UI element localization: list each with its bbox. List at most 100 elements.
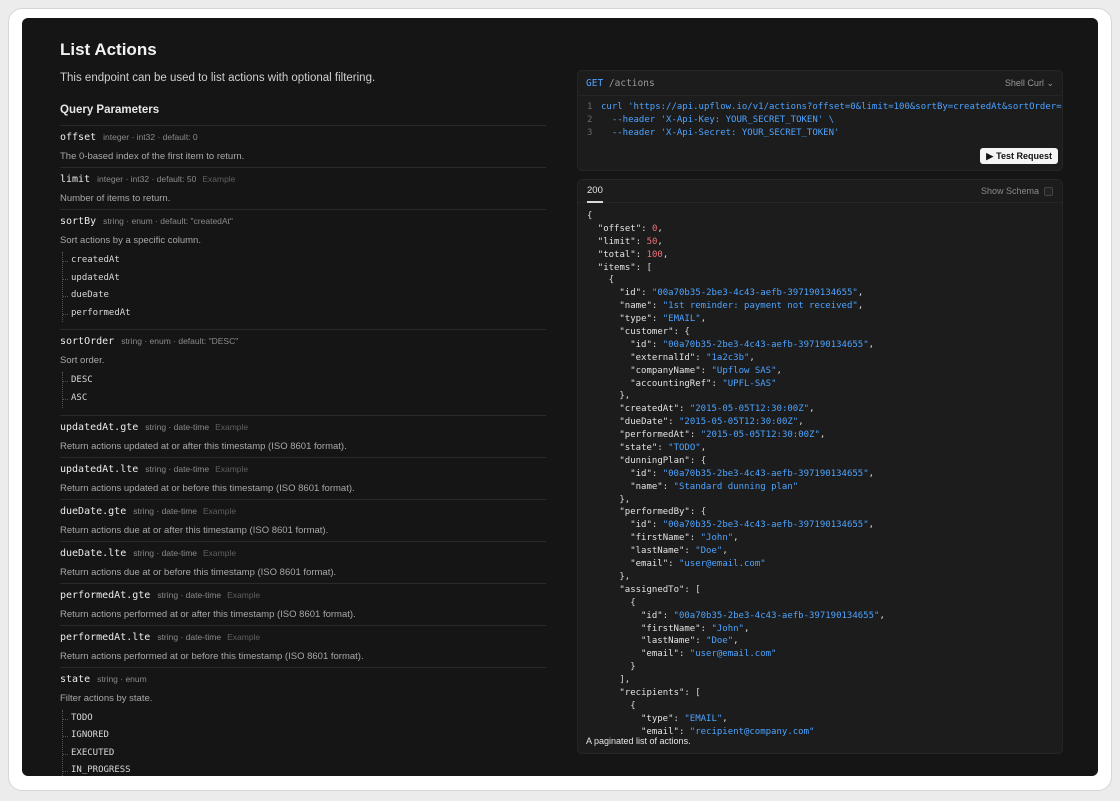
json-key: "id" [630,520,652,531]
code-line: 3 --header 'X-Api-Secret: YOUR_SECRET_TO… [587,127,1062,140]
json-line: "companyName": "Upflow SAS", [587,365,1062,378]
json-punct: , [662,249,669,260]
json-value: "1st reminder: payment not received" [662,301,858,312]
response-header: 200 Show Schema [578,180,1062,203]
json-colon: : [662,481,674,492]
json-key: "limit" [597,236,636,247]
param-type: string · date-time [145,421,210,432]
param-example-link[interactable]: Example [215,422,248,432]
enum-value: EXECUTED [63,745,546,763]
json-key: "dunningPlan" [619,455,690,466]
json-line: "limit": 50, [587,236,1062,249]
json-line: "name": "Standard dunning plan" [587,481,1062,494]
json-colon: : [662,610,674,621]
json-line: "assignedTo": [ [587,584,1062,597]
json-value: "2015-05-05T12:30:00Z" [689,404,810,415]
json-key: "type" [641,713,674,724]
json-colon: : [651,314,663,325]
json-colon: : [673,713,685,724]
json-punct: , [776,365,782,376]
enum-value: performedAt [63,305,546,323]
param-item: sortBy string · enum · default: "createdA… [60,210,546,331]
enum-value: ASC [63,390,546,408]
json-line: }, [587,571,1062,584]
json-key: "id" [641,610,663,621]
json-line: "total": 100, [587,249,1062,262]
json-key: "firstName" [630,533,690,544]
param-item: updatedAt.lte string · date-time Example Re… [60,458,546,500]
language-select[interactable]: Shell Curl ⌄ [1005,78,1054,89]
json-value: "Upflow SAS" [711,365,777,376]
json-value: "John" [700,533,734,544]
enum-list: DESC ASC [62,372,546,408]
json-colon: : [689,533,701,544]
tab-status-200[interactable]: 200 [587,180,603,203]
param-example-link[interactable]: Example [227,632,260,642]
param-example-link[interactable]: Example [227,590,260,600]
json-colon: : [641,288,652,299]
json-colon: : [684,546,696,557]
json-line: "id": "00a70b35-2be3-4c43-aefb-397190134… [587,610,1062,623]
show-schema-label: Show Schema [980,186,1039,196]
json-value: 100 [646,249,663,260]
json-colon: : [673,327,685,338]
json-colon: : [651,301,663,312]
test-request-button[interactable]: ▶ Test Request [980,148,1058,164]
json-line: "email": "user@email.com" [587,648,1062,661]
param-header: dueDate.gte string · date-time Example [60,506,546,523]
test-request-label: Test Request [996,151,1052,161]
param-example-link[interactable]: Example [215,464,248,474]
param-name: performedAt.gte [60,589,151,601]
json-value: "UPFL-SAS" [722,378,777,389]
json-punct: }, [619,571,631,582]
line-number: 1 [587,102,593,112]
param-type: string · enum [97,673,147,684]
show-schema-checkbox[interactable] [1044,186,1053,196]
enum-list: TODOIGNOREDEXECUTEDIN_PROGRESSFAILED [62,709,546,776]
chevron-down-icon: ⌄ [1046,77,1054,88]
param-name: offset [60,132,97,143]
json-punct: , [657,236,663,247]
json-line: "createdAt": "2015-05-05T12:30:00Z", [587,403,1062,416]
param-type: string · date-time [157,589,222,600]
show-schema-toggle[interactable]: Show Schema [981,186,1053,196]
code-text: 'https://api.upflow.io/v1/actions?offset… [622,102,1062,112]
param-example-link[interactable]: Example [203,506,236,516]
json-punct: , [857,288,864,299]
param-type: string · enum · default: "DESC" [121,336,239,347]
json-punct: { [700,507,707,518]
param-header: dueDate.lte string · date-time Example [60,548,546,565]
param-name: performedAt.lte [60,631,151,643]
json-colon: : [657,443,669,454]
json-colon: : [635,249,647,260]
param-example-link[interactable]: Example [202,174,235,184]
json-colon: : [668,417,680,428]
enum-value: createdAt [63,252,546,270]
json-colon: : [689,455,701,466]
json-punct: , [819,430,826,441]
json-value: "2015-05-05T12:30:00Z" [700,430,820,441]
json-colon: : [695,636,707,647]
json-key: "companyName" [630,365,701,376]
json-line: "type": "EMAIL", [587,713,1062,726]
json-line: { [587,274,1062,287]
param-item: performedAt.lte string · date-time Example… [60,626,546,668]
enum-list: createdAt updatedAt dueDate performedAt [62,252,546,323]
json-colon: : [689,507,701,518]
json-key: "assignedTo" [619,584,685,595]
json-key: "total" [597,249,636,260]
param-description: Return actions performed at or before th… [60,650,364,662]
json-punct: { [630,700,636,711]
param-type: integer · int32 · default: 50 [97,174,197,184]
param-example-link[interactable]: Example [203,548,236,558]
enum-value: dueDate [63,287,546,305]
json-key: "items" [597,262,636,273]
json-key: "performedAt" [619,430,690,441]
page-description: This endpoint can be used to list action… [60,72,376,84]
json-line: "dueDate": "2015-05-05T12:30:00Z", [587,416,1062,429]
json-key: "firstName" [641,623,701,634]
enum-value: IGNORED [63,727,546,745]
param-name: dueDate.lte [60,547,127,559]
param-item: dueDate.lte string · date-time Example Retu… [60,542,546,584]
json-punct: , [700,314,707,325]
